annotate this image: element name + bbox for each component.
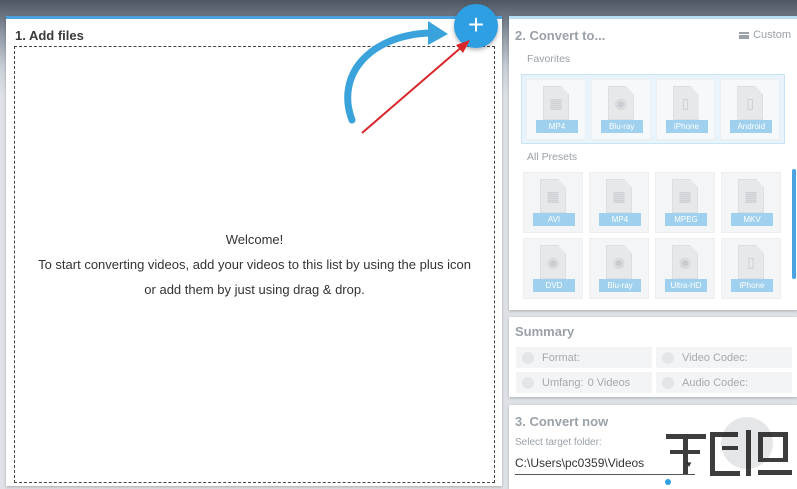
umfang-value: 0 Videos xyxy=(587,376,631,389)
tile-label: Android xyxy=(730,120,773,133)
favorite-tile-iphone[interactable]: ▯ iPhone xyxy=(655,79,716,140)
custom-button[interactable]: Custom xyxy=(739,29,791,41)
video-codec-label: Video Codec: xyxy=(682,351,748,364)
tile-label: Blu-ray xyxy=(599,279,641,292)
preset-tile-iphone[interactable]: ▯ iPhone xyxy=(721,238,781,299)
film-icon: ▦ xyxy=(546,188,560,204)
tile-label: iPhone xyxy=(731,279,773,292)
umfang-label: Umfang: xyxy=(542,376,584,389)
preset-tile-bluray[interactable]: ◉ Blu-ray xyxy=(589,238,649,299)
custom-label: Custom xyxy=(753,29,791,41)
disc-icon: ◉ xyxy=(546,254,560,270)
phone-icon: ▯ xyxy=(681,95,690,111)
summary-title: Summary xyxy=(515,324,575,339)
format-icon xyxy=(522,351,534,364)
convert-to-title: 2. Convert to... xyxy=(515,28,606,43)
preset-tile-mpeg[interactable]: ▦ MPEG xyxy=(655,172,715,233)
favorite-tile-mp4[interactable]: ▦ MP4 xyxy=(526,79,586,140)
convert-now-panel: 3. Convert now Select target folder: C:\… xyxy=(509,405,797,489)
umfang-icon xyxy=(522,376,534,389)
convert-now-title: 3. Convert now xyxy=(515,414,609,429)
video-codec-icon xyxy=(662,351,674,364)
favorites-row: ▦ MP4 ◉ Blu-ray ▯ iPhone ▯ Android xyxy=(521,74,785,144)
favorite-tile-android[interactable]: ▯ Android xyxy=(720,79,780,140)
presets-scrollbar[interactable] xyxy=(792,169,796,279)
add-file-button[interactable]: + xyxy=(454,4,498,48)
add-files-panel: 1. Add files + Welcome! To start convert… xyxy=(6,4,502,486)
tile-label: DVD xyxy=(533,279,575,292)
disc-icon: ◉ xyxy=(612,254,626,270)
tile-label: AVI xyxy=(533,213,575,226)
target-folder-label: Select target folder: xyxy=(515,437,602,448)
film-icon: ▦ xyxy=(549,95,563,111)
preset-tile-mp4[interactable]: ▦ MP4 xyxy=(589,172,649,233)
all-presets-label: All Presets xyxy=(527,151,578,163)
disc-icon: ◉ xyxy=(614,95,627,111)
convert-button[interactable] xyxy=(721,417,773,469)
summary-panel: Summary Format: Video Codec: Umfang: 0 Vi… xyxy=(509,317,797,397)
presets-grid: ▦ AVI ▦ MP4 ▦ MPEG ▦ MKV ◉ DVD ◉ Blu-ray ◉ Ultr… xyxy=(523,172,783,299)
welcome-message: Welcome! To start converting videos, add… xyxy=(15,227,494,302)
add-files-title: 1. Add files xyxy=(15,28,84,43)
tile-label: MPEG xyxy=(665,213,707,226)
drop-zone[interactable]: Welcome! To start converting videos, add… xyxy=(14,46,495,483)
preset-tile-avi[interactable]: ▦ AVI xyxy=(523,172,583,233)
tile-label: iPhone xyxy=(665,120,708,133)
summary-audio-codec: Audio Codec: xyxy=(656,372,792,393)
tile-label: MP4 xyxy=(536,120,578,133)
convert-to-panel: 2. Convert to... Custom Favorites ▦ MP4 ◉… xyxy=(509,16,797,310)
favorites-label: Favorites xyxy=(527,53,571,65)
audio-codec-icon xyxy=(662,376,674,389)
android-icon: ▯ xyxy=(746,95,755,111)
welcome-line-2: or add them by just using drag & drop. xyxy=(144,282,365,297)
menu-icon xyxy=(739,31,750,39)
preset-tile-dvd[interactable]: ◉ DVD xyxy=(523,238,583,299)
tile-label: Blu-ray xyxy=(600,120,643,133)
audio-codec-label: Audio Codec: xyxy=(682,376,749,389)
summary-format: Format: xyxy=(516,347,652,368)
welcome-title: Welcome! xyxy=(225,232,284,247)
welcome-line-1: To start converting videos, add your vid… xyxy=(38,257,471,272)
film-icon: ▦ xyxy=(678,188,692,204)
film-icon: ▦ xyxy=(612,188,626,204)
tile-label: Ultra-HD xyxy=(665,279,707,292)
film-icon: ▦ xyxy=(744,188,758,204)
dropdown-arrow-icon[interactable]: ▼ xyxy=(685,460,693,469)
phone-icon: ▯ xyxy=(747,254,755,270)
target-folder-select[interactable]: C:\Users\pc0359\Videos xyxy=(515,453,695,475)
summary-video-codec: Video Codec: xyxy=(656,347,792,368)
summary-grid: Format: Video Codec: Umfang: 0 Videos Aud… xyxy=(516,347,792,393)
preset-tile-ultrahd[interactable]: ◉ Ultra-HD xyxy=(655,238,715,299)
summary-umfang: Umfang: 0 Videos xyxy=(516,372,652,393)
preset-tile-mkv[interactable]: ▦ MKV xyxy=(721,172,781,233)
tile-label: MKV xyxy=(731,213,773,226)
favorite-tile-bluray[interactable]: ◉ Blu-ray xyxy=(590,79,651,140)
tile-label: MP4 xyxy=(599,213,641,226)
format-label: Format: xyxy=(542,351,580,364)
disc-icon: ◉ xyxy=(678,254,692,270)
